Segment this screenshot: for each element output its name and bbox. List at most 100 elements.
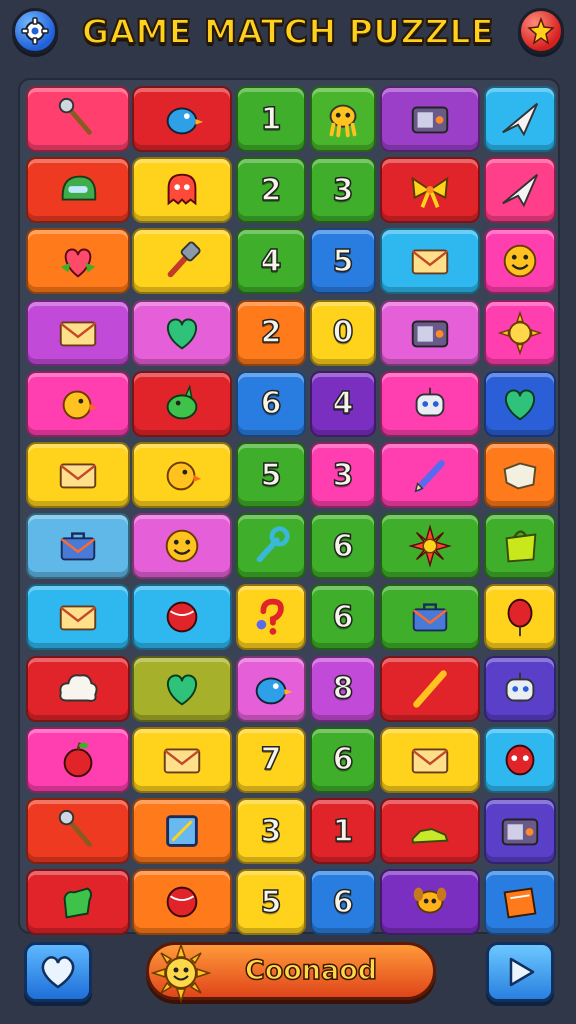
tile-number: 0 xyxy=(332,314,354,351)
game-tile[interactable]: 3 xyxy=(310,157,376,224)
game-tile[interactable] xyxy=(132,798,232,864)
game-tile[interactable] xyxy=(132,442,232,508)
game-tile[interactable] xyxy=(132,513,232,580)
game-tile[interactable]: 2 xyxy=(236,157,306,224)
tile-number: 1 xyxy=(260,101,282,138)
radio-icon xyxy=(501,818,539,846)
tile-number: 8 xyxy=(332,670,354,707)
heart-icon xyxy=(505,389,535,421)
game-tile[interactable] xyxy=(380,513,480,580)
game-tile[interactable] xyxy=(484,513,556,580)
page-title: GAME MATCH PUZZLE xyxy=(81,11,495,52)
play-button[interactable] xyxy=(486,942,554,1002)
game-tile[interactable] xyxy=(484,798,556,864)
game-tile[interactable] xyxy=(26,299,130,366)
game-tile[interactable]: 5 xyxy=(310,228,376,295)
tile-number: 3 xyxy=(332,457,354,494)
game-tile[interactable] xyxy=(380,798,480,864)
game-tile[interactable] xyxy=(484,86,556,152)
game-tile[interactable] xyxy=(132,869,232,936)
alert-button[interactable] xyxy=(518,8,564,54)
game-tile[interactable] xyxy=(484,442,556,508)
helmet-icon xyxy=(61,175,97,201)
tile-number: 5 xyxy=(260,457,282,494)
game-tile[interactable] xyxy=(132,584,232,651)
game-tile[interactable] xyxy=(26,655,130,722)
game-tile[interactable] xyxy=(380,869,480,936)
game-tile[interactable]: 6 xyxy=(236,370,306,437)
game-tile[interactable] xyxy=(26,726,130,793)
game-tile[interactable]: 2 xyxy=(236,299,306,366)
game-tile[interactable] xyxy=(236,655,306,722)
tile-number: 2 xyxy=(260,314,282,351)
command-button[interactable]: Coonaod xyxy=(146,942,436,1003)
glove-icon xyxy=(63,887,92,919)
game-tile[interactable] xyxy=(310,86,376,152)
game-tile[interactable]: 1 xyxy=(310,798,376,864)
game-tile[interactable] xyxy=(132,655,232,722)
game-tile[interactable]: 1 xyxy=(236,86,306,152)
game-tile[interactable] xyxy=(132,726,232,793)
game-tile[interactable]: 4 xyxy=(236,228,306,295)
game-tile[interactable] xyxy=(380,299,480,366)
game-tile[interactable] xyxy=(132,86,232,152)
game-tile[interactable] xyxy=(26,370,130,437)
game-tile[interactable]: 6 xyxy=(310,869,376,936)
game-tile[interactable] xyxy=(26,157,130,224)
game-tile[interactable] xyxy=(484,370,556,437)
bag-icon xyxy=(505,530,537,563)
game-tile[interactable] xyxy=(236,584,306,651)
settings-button[interactable] xyxy=(12,8,58,54)
game-tile[interactable]: 3 xyxy=(236,798,306,864)
ball-icon xyxy=(166,602,198,633)
game-tile[interactable] xyxy=(132,157,232,224)
game-tile[interactable] xyxy=(236,513,306,580)
tile-number: 4 xyxy=(260,243,282,280)
game-tile[interactable]: 5 xyxy=(236,869,306,936)
game-tile[interactable] xyxy=(484,584,556,651)
flower-icon xyxy=(408,524,452,568)
game-tile[interactable] xyxy=(484,726,556,793)
game-tile[interactable]: 3 xyxy=(310,442,376,508)
lives-button[interactable] xyxy=(24,942,92,1002)
game-tile[interactable] xyxy=(484,869,556,936)
robot-icon xyxy=(415,387,445,417)
game-tile[interactable] xyxy=(132,370,232,437)
tile-number: 7 xyxy=(260,742,282,779)
game-tile[interactable] xyxy=(380,584,480,651)
game-tile[interactable] xyxy=(484,228,556,295)
game-tile[interactable] xyxy=(132,228,232,295)
game-tile[interactable]: 5 xyxy=(236,442,306,508)
game-tile[interactable] xyxy=(26,798,130,864)
hammer-icon xyxy=(167,241,201,278)
game-tile[interactable] xyxy=(380,370,480,437)
game-tile[interactable]: 0 xyxy=(310,299,376,366)
game-tile[interactable]: 6 xyxy=(310,584,376,651)
game-tile[interactable] xyxy=(484,655,556,722)
game-tile[interactable] xyxy=(484,157,556,224)
radio-icon xyxy=(411,106,449,134)
game-tile[interactable] xyxy=(380,228,480,295)
game-tile[interactable] xyxy=(26,584,130,651)
briefcase-icon xyxy=(60,532,96,561)
game-tile[interactable]: 6 xyxy=(310,513,376,580)
stick-icon xyxy=(413,669,447,708)
shoe-icon xyxy=(411,828,449,844)
game-tile[interactable] xyxy=(26,513,130,580)
game-tile[interactable]: 8 xyxy=(310,655,376,722)
game-tile[interactable] xyxy=(380,442,480,508)
game-tile[interactable] xyxy=(26,86,130,152)
game-tile[interactable]: 6 xyxy=(310,726,376,793)
game-tile[interactable] xyxy=(26,228,130,295)
game-tile[interactable] xyxy=(380,86,480,152)
game-tile[interactable] xyxy=(380,655,480,722)
game-tile[interactable] xyxy=(132,299,232,366)
game-tile[interactable] xyxy=(26,869,130,936)
game-tile[interactable] xyxy=(380,157,480,224)
game-tile[interactable]: 4 xyxy=(310,370,376,437)
game-tile[interactable] xyxy=(26,442,130,508)
game-tile[interactable] xyxy=(380,726,480,793)
game-tile[interactable] xyxy=(484,299,556,366)
cloth-icon xyxy=(503,462,537,490)
game-tile[interactable]: 7 xyxy=(236,726,306,793)
